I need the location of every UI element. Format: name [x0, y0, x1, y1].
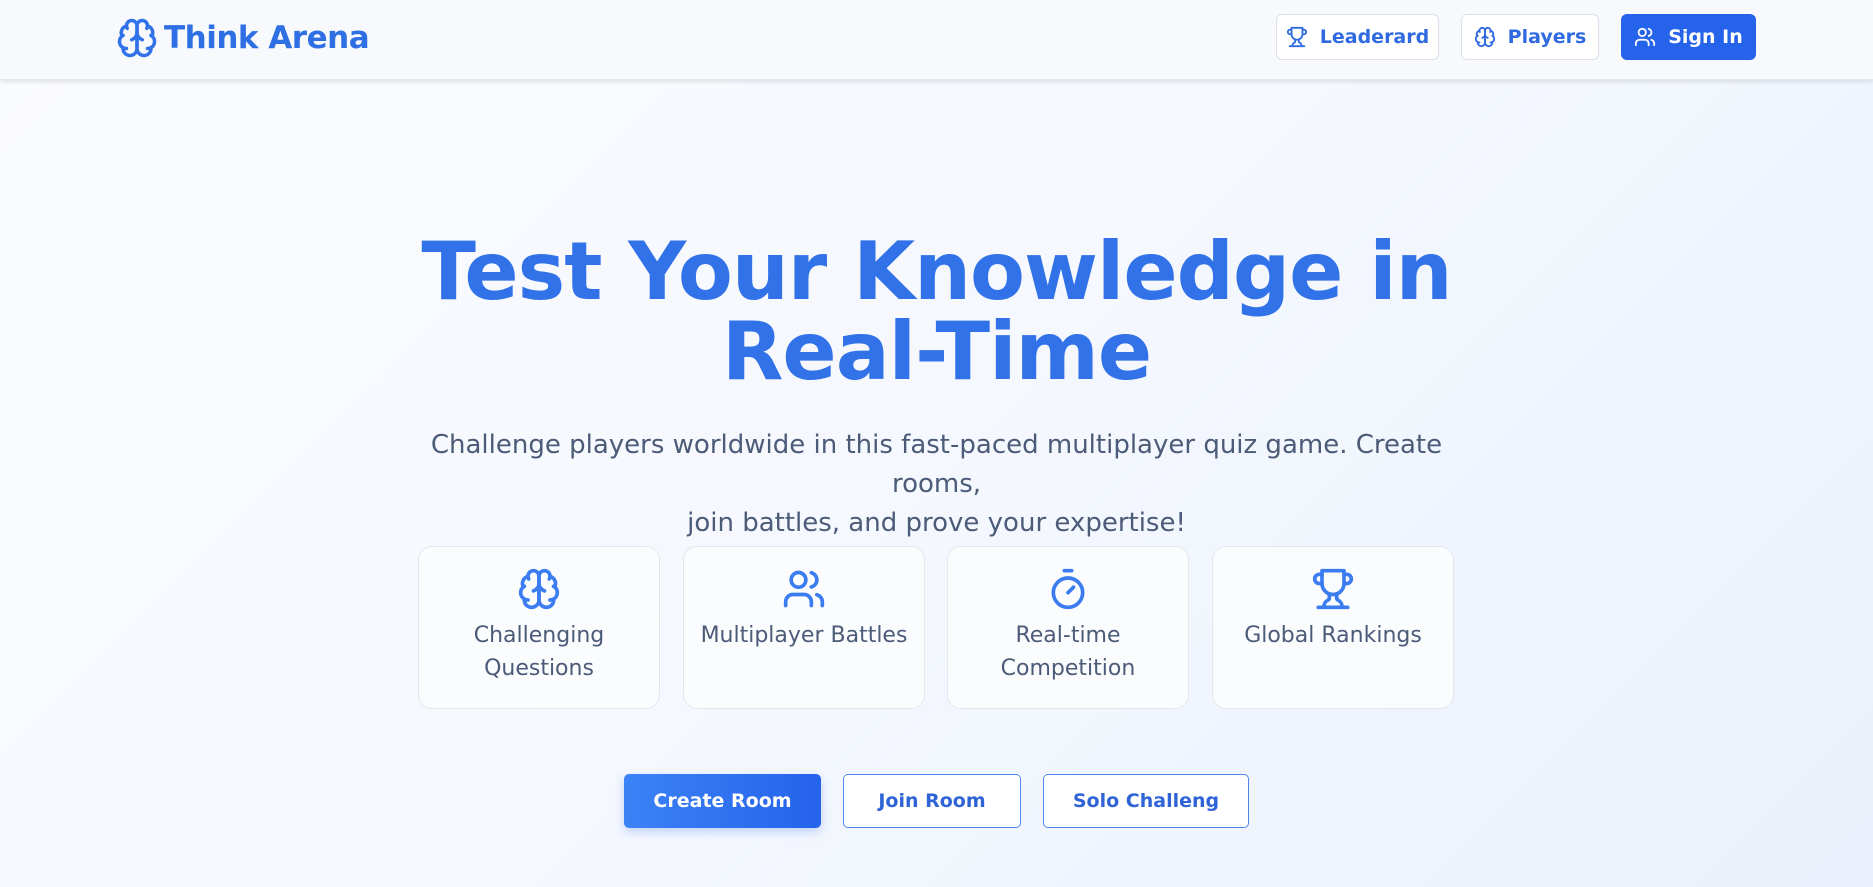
hero-title-line-2: Real-Time: [721, 305, 1152, 398]
hero-subtitle: Challenge players worldwide in this fast…: [416, 426, 1457, 543]
feature-card-real-time-competition: Real-time Competition: [947, 546, 1189, 709]
feature-label: Challenging Questions: [473, 623, 605, 681]
sign-in-button[interactable]: Sign In: [1621, 14, 1756, 60]
feature-label: Multiplayer Battles: [700, 623, 908, 648]
brain-icon: [517, 567, 561, 611]
leaderboard-button-label: Leaderard: [1319, 26, 1430, 48]
top-navbar: Think Arena Leaderard Players Sign In: [0, 0, 1873, 80]
solo-challenge-button[interactable]: Solo Challeng: [1043, 774, 1249, 828]
brand-logo[interactable]: Think Arena: [116, 17, 370, 59]
timer-icon: [1046, 567, 1090, 611]
leaderboard-button[interactable]: Leaderard: [1276, 14, 1439, 60]
brand-title: Think Arena: [164, 20, 370, 56]
sign-in-button-label: Sign In: [1668, 26, 1743, 48]
brain-icon: [116, 17, 158, 59]
players-button[interactable]: Players: [1461, 14, 1599, 60]
feature-label: Global Rankings: [1244, 623, 1422, 648]
feature-card-multiplayer-battles: Multiplayer Battles: [683, 546, 925, 709]
hero-title-line-1: Test Your Knowledge in: [421, 225, 1452, 318]
join-room-button[interactable]: Join Room: [843, 774, 1021, 828]
create-room-button[interactable]: Create Room: [624, 774, 821, 828]
feature-label: Real-time Competition: [1000, 623, 1136, 681]
hero-subtitle-line-1: Challenge players worldwide in this fast…: [430, 430, 1443, 499]
trophy-icon: [1286, 26, 1308, 48]
users-icon: [782, 567, 826, 611]
players-button-label: Players: [1507, 26, 1587, 48]
brain-icon: [1474, 26, 1496, 48]
feature-card-challenging-questions: Challenging Questions: [418, 546, 660, 709]
hero-subtitle-line-2: join battles, and prove your expertise!: [687, 508, 1186, 538]
hero-title: Test Your Knowledge in Real-Time: [0, 232, 1873, 392]
trophy-icon: [1311, 567, 1355, 611]
feature-card-global-rankings: Global Rankings: [1212, 546, 1454, 709]
users-icon: [1634, 26, 1656, 48]
